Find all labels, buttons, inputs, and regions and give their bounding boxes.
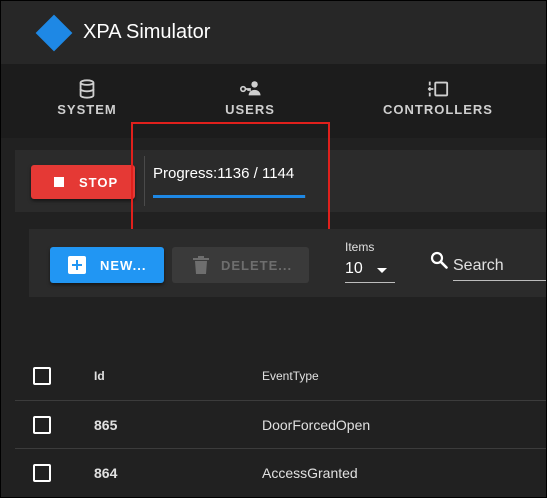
row-event-type: DoorForcedOpen xyxy=(262,417,371,433)
items-per-page-select[interactable]: 10 xyxy=(345,258,395,283)
app-window: XPA Simulator SYSTEM USERS CONTROLLERS S… xyxy=(0,0,547,498)
new-button[interactable]: NEW... xyxy=(50,247,164,283)
stop-button-label: STOP xyxy=(79,175,119,190)
trash-icon xyxy=(193,256,209,274)
tab-controllers[interactable]: CONTROLLERS xyxy=(379,64,497,138)
tab-controllers-label: CONTROLLERS xyxy=(383,102,493,117)
caret-down-icon xyxy=(377,268,387,273)
diamond-logo-icon xyxy=(35,14,73,52)
stop-button[interactable]: STOP xyxy=(31,165,135,199)
row-id: 865 xyxy=(94,417,118,433)
new-button-label: NEW... xyxy=(100,258,147,273)
tab-system-label: SYSTEM xyxy=(57,102,117,117)
row-checkbox[interactable] xyxy=(33,416,51,434)
stop-icon xyxy=(54,177,64,187)
column-header-eventtype[interactable]: EventType xyxy=(262,369,319,383)
add-box-icon xyxy=(68,256,86,274)
events-table: Id EventType 865 DoorForcedOpen 864 Acce… xyxy=(15,297,546,497)
table-toolbar: NEW... DELETE... Items 10 xyxy=(29,229,546,297)
table-row[interactable]: 865 DoorForcedOpen xyxy=(15,400,546,448)
delete-button-label: DELETE... xyxy=(221,258,293,273)
items-per-page-label: Items xyxy=(345,240,375,254)
delete-button[interactable]: DELETE... xyxy=(172,247,309,283)
tab-users-label: USERS xyxy=(225,102,275,117)
search-input[interactable] xyxy=(453,251,546,281)
column-header-id[interactable]: Id xyxy=(94,369,105,383)
highlight-annotation xyxy=(131,122,330,231)
table-header-row: Id EventType xyxy=(15,352,546,399)
database-icon xyxy=(79,79,95,99)
tab-system[interactable]: SYSTEM xyxy=(41,64,133,138)
row-checkbox[interactable] xyxy=(33,464,51,482)
row-event-type: AccessGranted xyxy=(262,465,358,481)
table-row[interactable]: 864 AccessGranted xyxy=(15,448,546,496)
controllers-icon xyxy=(427,81,449,97)
search-icon xyxy=(430,251,448,269)
app-bar: XPA Simulator xyxy=(1,1,546,64)
users-key-icon xyxy=(240,81,261,96)
select-all-checkbox[interactable] xyxy=(33,367,51,385)
row-id: 864 xyxy=(94,465,118,481)
items-per-page-value: 10 xyxy=(345,260,363,277)
app-title: XPA Simulator xyxy=(83,21,211,43)
